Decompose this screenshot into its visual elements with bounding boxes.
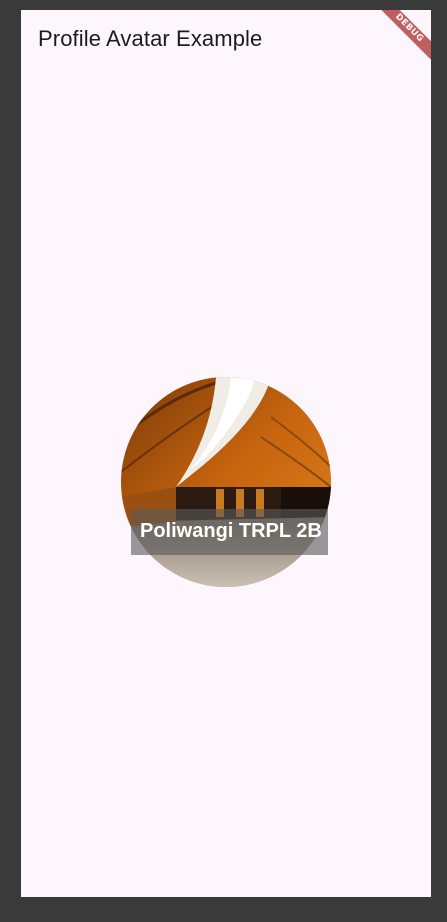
avatar-photo-icon [121, 377, 331, 587]
app-screen: Profile Avatar Example DEBUG Poliwangi T… [21, 10, 431, 897]
avatar-caption: Poliwangi TRPL 2B [140, 520, 322, 542]
profile-avatar [121, 377, 331, 587]
app-bar: Profile Avatar Example [21, 10, 431, 68]
avatar-caption-overlay: Poliwangi TRPL 2B [131, 509, 328, 555]
page-title: Profile Avatar Example [38, 26, 263, 51]
